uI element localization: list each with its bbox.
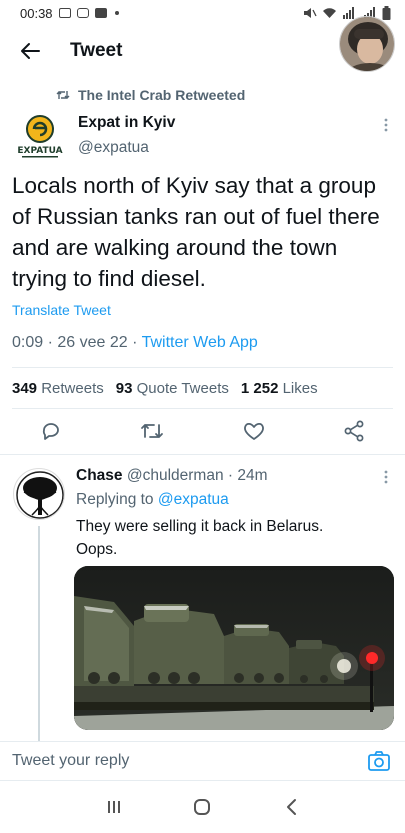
reply-author-handle[interactable]: @chulderman <box>127 467 224 484</box>
share-button[interactable] <box>343 420 365 447</box>
notification-dot-icon <box>114 11 119 15</box>
divider <box>12 408 393 409</box>
retweet-icon <box>141 423 164 438</box>
tweet-text: Locals north of Kyiv say that a group of… <box>12 173 380 291</box>
back-arrow-icon <box>21 43 40 59</box>
replying-prefix: Replying to <box>76 491 154 508</box>
tanks-photo <box>74 566 394 730</box>
divider <box>0 454 405 455</box>
author-avatar[interactable]: EXPATUA <box>14 114 66 160</box>
translate-link[interactable]: Translate Tweet <box>12 302 111 318</box>
share-icon <box>344 420 364 441</box>
tree-avatar-icon <box>15 470 64 519</box>
retweets-count: 349 <box>12 380 38 397</box>
quotes-label: Quote Tweets <box>136 380 229 397</box>
reply-age: 24m <box>237 467 268 484</box>
system-nav-bar <box>0 781 405 833</box>
reply-icon <box>42 422 59 440</box>
reply-avatar[interactable] <box>13 468 65 520</box>
like-icon <box>243 422 264 440</box>
replying-handle[interactable]: @expatua <box>158 491 229 508</box>
status-time: 00:38 <box>20 5 53 21</box>
likes-label: Likes <box>282 380 318 397</box>
youtube-notification-icon <box>94 8 107 18</box>
tweet-actions <box>12 418 393 448</box>
reply-text: They were selling it back in Belarus. Oo… <box>76 515 386 561</box>
reply-media-image[interactable] <box>74 566 394 730</box>
message-notification-icon <box>76 8 89 18</box>
tweet-stats: 349 Retweets 93 Quote Tweets 1 252 Likes <box>12 380 318 397</box>
nav-back-button[interactable] <box>271 787 311 827</box>
divider <box>12 367 393 368</box>
author-handle[interactable]: @expatua <box>78 139 149 157</box>
reply-input[interactable]: Tweet your reply <box>12 752 129 770</box>
mute-icon <box>304 8 317 18</box>
tweet-timestamp: 0:09 · 26 vee 22 · Twitter Web App <box>12 334 258 351</box>
tweet-author: EXPATUA Expat in Kyiv @expatua <box>14 110 394 160</box>
wifi-icon <box>323 8 336 18</box>
tweet-source[interactable]: Twitter Web App <box>142 334 258 351</box>
thread-line <box>38 526 40 741</box>
expat-logo-icon: EXPATUA <box>17 115 63 158</box>
camera-icon <box>368 751 390 771</box>
user-photo-icon <box>340 17 394 71</box>
recents-button[interactable] <box>94 787 134 827</box>
reply-text-line: They were selling it back in Belarus. <box>76 518 324 535</box>
status-bar: 00:38 <box>0 0 405 26</box>
retweet-icon <box>56 91 70 99</box>
retweet-indicator[interactable]: The Intel Crab Retweeted <box>56 87 245 103</box>
reply-text-line: Oops. <box>76 541 118 558</box>
camera-button[interactable] <box>367 750 391 772</box>
back-button[interactable] <box>0 26 60 76</box>
more-icon <box>384 470 388 484</box>
retweets-label: Retweets <box>41 380 104 397</box>
like-button[interactable] <box>243 421 265 446</box>
battery-icon <box>382 6 391 20</box>
retweets-stat[interactable]: 349 Retweets <box>12 380 104 397</box>
quotes-count: 93 <box>115 380 133 397</box>
retweet-button[interactable] <box>140 421 164 446</box>
logo-text: EXPATUA <box>17 146 62 156</box>
likes-stat[interactable]: 1 252 Likes <box>241 380 318 397</box>
quotes-stat[interactable]: 93 Quote Tweets <box>116 380 229 397</box>
nav-back-icon <box>286 799 296 815</box>
tweet-date: 26 vee 22 <box>57 334 128 351</box>
more-icon <box>384 118 388 132</box>
likes-count: 1 252 <box>240 380 279 397</box>
retweet-text: The Intel Crab Retweeted <box>78 87 246 103</box>
reply-button[interactable] <box>40 420 62 447</box>
replying-to: Replying to @expatua <box>76 491 229 509</box>
gallery-notification-icon <box>58 8 71 18</box>
author-name[interactable]: Expat in Kyiv <box>78 114 175 132</box>
home-button[interactable] <box>182 787 222 827</box>
reply-author-name[interactable]: Chase <box>76 467 123 484</box>
home-icon <box>194 799 211 815</box>
reply-header: Chase @chulderman · 24m <box>76 467 268 484</box>
tweet-time: 0:09 <box>12 334 44 351</box>
reply-more-options-button[interactable] <box>384 470 388 484</box>
more-options-button[interactable] <box>384 118 388 132</box>
profile-avatar[interactable] <box>339 16 395 72</box>
page-title: Tweet <box>70 40 123 61</box>
recents-icon <box>108 801 121 813</box>
reply-composer: Tweet your reply <box>0 741 405 781</box>
